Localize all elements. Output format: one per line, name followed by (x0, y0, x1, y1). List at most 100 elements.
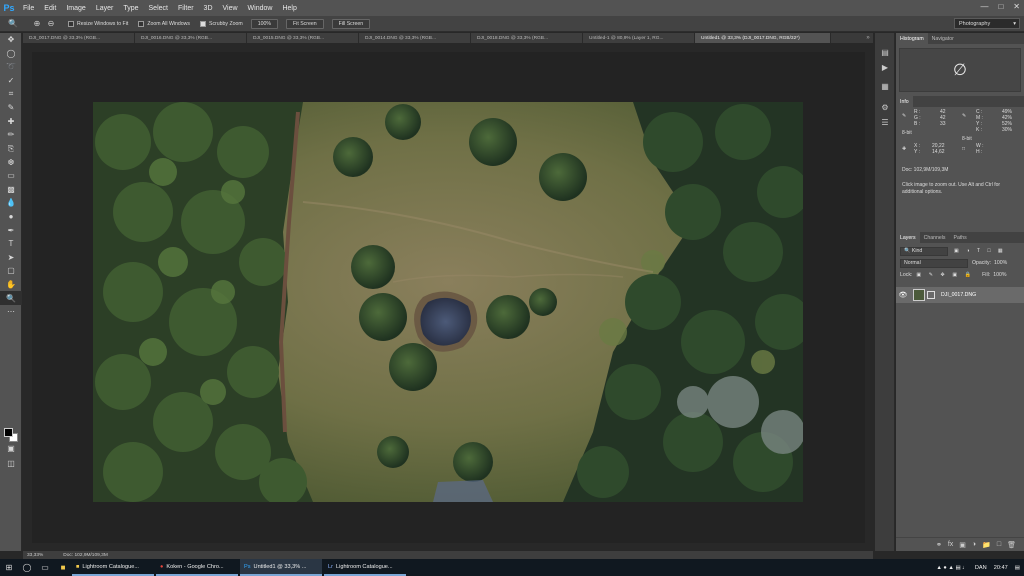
lock-icons[interactable]: ▣ ✎ ✥ ▣ 🔒 (916, 272, 974, 278)
zoom-tool-icon[interactable]: 🔍 (0, 291, 22, 305)
quick-mask-icon[interactable]: ▣ (0, 442, 22, 456)
lasso-tool-icon[interactable]: ➰ (0, 60, 22, 74)
blend-mode-select[interactable]: Normal (900, 258, 968, 268)
menu-file[interactable]: File (18, 5, 39, 12)
hand-tool-icon[interactable]: ✋ (0, 278, 22, 292)
tab-dji-0018[interactable]: DJI_0018.DNG @ 33,3% (RGB... (471, 33, 583, 43)
menu-filter[interactable]: Filter (173, 5, 199, 12)
eye-icon[interactable]: 👁 (896, 291, 910, 299)
healing-brush-tool-icon[interactable]: ✚ (0, 115, 22, 129)
fill-value[interactable]: 100% (993, 272, 1006, 278)
workspace-select[interactable]: Photography ▾ (954, 18, 1020, 29)
taskbar-app-lightroom-1[interactable]: ■ Lightroom Catalogue... (72, 559, 154, 576)
clone-stamp-tool-icon[interactable]: ⎘ (0, 142, 22, 156)
aerial-photo[interactable] (93, 102, 803, 502)
dodge-tool-icon[interactable]: ● (0, 210, 22, 224)
eraser-tool-icon[interactable]: ▭ (0, 169, 22, 183)
fit-screen-button[interactable]: Fit Screen (286, 18, 324, 29)
zoom-out-icon[interactable]: ⊖ (44, 18, 58, 30)
tray-icons[interactable]: ▲ ● ▲ ▤ ♩ (936, 565, 968, 571)
foreground-color-swatch[interactable] (4, 428, 13, 437)
opacity-value[interactable]: 100% (994, 260, 1007, 266)
marquee-tool-icon[interactable]: ◯ (0, 47, 22, 61)
close-icon[interactable]: ✕ (1013, 2, 1020, 11)
history-brush-tool-icon[interactable]: ❆ (0, 155, 22, 169)
fill-screen-button[interactable]: Fill Screen (331, 18, 371, 29)
tab-label: DJI_0017.DNG @ 33,3% (RGB... (29, 35, 100, 41)
path-select-tool-icon[interactable]: ➤ (0, 251, 22, 265)
fx-icon[interactable]: fx (948, 541, 953, 548)
adjustments-panel-icon[interactable]: ⚙ (875, 100, 895, 115)
menu-view[interactable]: View (218, 5, 243, 12)
doc-size[interactable]: Doc: 102,9M/109,3M (63, 553, 108, 558)
gradient-tool-icon[interactable]: ▩ (0, 183, 22, 197)
layer-row[interactable]: 👁 DJI_0017.DNG (896, 287, 1024, 303)
tab-untitled1[interactable]: Untitled1 @ 33,3% (DJI_0017.DNG, RGB/32*… (695, 33, 831, 43)
menu-help[interactable]: Help (277, 5, 301, 12)
menu-layer[interactable]: Layer (91, 5, 119, 12)
screen-mode-icon[interactable]: ◫ (0, 457, 22, 471)
tab-info[interactable]: Info (896, 96, 913, 107)
tab-dji-0015[interactable]: DJI_0015.DNG @ 33,3% (RGB... (247, 33, 359, 43)
adjustment-icon[interactable]: ◑ (972, 541, 976, 548)
tab-dji-0017[interactable]: DJI_0017.DNG @ 33,3% (RGB... (23, 33, 135, 43)
eyedropper-tool-icon[interactable]: ✎ (0, 101, 22, 115)
menu-type[interactable]: Type (118, 5, 143, 12)
more-tools-icon[interactable]: ⋯ (0, 305, 22, 319)
info-readout: ✎ R : 42 G : 42 B : 33 8-bit ✎ C : 49% M… (896, 107, 1024, 165)
folder-icon[interactable]: 📁 (982, 541, 991, 549)
taskbar-app-chrome[interactable]: ● Koken - Google Chro... (156, 559, 238, 576)
new-layer-icon[interactable]: □ (997, 541, 1001, 548)
maximize-icon[interactable]: □ (998, 2, 1003, 11)
tab-paths[interactable]: Paths (950, 232, 971, 243)
taskbar-app-lightroom-2[interactable]: Lr Lightroom Catalogue... (324, 559, 406, 576)
properties-panel-icon[interactable]: ▦ (875, 79, 895, 94)
resize-windows-checkbox[interactable]: Resize Windows to Fit (68, 20, 128, 27)
trash-icon[interactable]: 🗑 (1007, 541, 1016, 549)
tabs-overflow-icon[interactable]: » (863, 33, 873, 43)
shape-tool-icon[interactable]: ▢ (0, 264, 22, 278)
minimize-icon[interactable]: — (980, 2, 988, 11)
tab-dji-0014[interactable]: DJI_0014.DNG @ 33,3% (RGB... (359, 33, 471, 43)
mask-icon[interactable]: ▣ (959, 541, 966, 549)
filter-icons[interactable]: ▣ ◑ T □ ▦ (954, 248, 1006, 254)
blur-tool-icon[interactable]: 💧 (0, 196, 22, 210)
scrubby-zoom-checkbox[interactable]: Scrubby Zoom (200, 20, 243, 27)
actions-panel-icon[interactable]: ▶ (875, 60, 895, 75)
menu-image[interactable]: Image (61, 5, 90, 12)
zoom-level[interactable]: 33,33% (27, 553, 43, 558)
tab-dji-0016[interactable]: DJI_0016.DNG @ 33,3% (RGB... (135, 33, 247, 43)
link-icon[interactable]: ⚭ (936, 541, 942, 549)
pen-tool-icon[interactable]: ✒ (0, 223, 22, 237)
sliders-panel-icon[interactable]: ☰ (875, 115, 895, 130)
task-view-icon[interactable]: ▭ (36, 559, 54, 576)
quick-select-tool-icon[interactable]: ✓ (0, 74, 22, 88)
notifications-icon[interactable]: ▤ (1015, 565, 1020, 571)
crop-tool-icon[interactable]: ⌗ (0, 87, 22, 101)
checkbox-box (138, 20, 145, 27)
zoom-all-windows-checkbox[interactable]: Zoom All Windows (138, 20, 190, 27)
taskbar-app-photoshop[interactable]: Ps Untitled1 @ 33,3% ... (240, 559, 322, 576)
tab-histogram[interactable]: Histogram (896, 33, 928, 44)
type-tool-icon[interactable]: T (0, 237, 22, 251)
history-panel-icon[interactable]: ▤ (875, 45, 895, 60)
zoom-100-button[interactable]: 100% (250, 18, 279, 29)
tab-layers[interactable]: Layers (896, 232, 920, 243)
language-indicator[interactable]: DAN (975, 565, 987, 571)
brush-tool-icon[interactable]: ✏ (0, 128, 22, 142)
search-icon[interactable]: ◯ (18, 559, 36, 576)
move-tool-icon[interactable]: ✥ (0, 33, 22, 47)
menu-3d[interactable]: 3D (199, 5, 218, 12)
tab-navigator[interactable]: Navigator (928, 33, 958, 44)
zoom-tool-icon[interactable]: 🔍 (6, 18, 20, 30)
tab-channels[interactable]: Channels (920, 232, 950, 243)
menu-window[interactable]: Window (243, 5, 278, 12)
zoom-in-icon[interactable]: ⊕ (30, 18, 44, 30)
tab-untitled-1[interactable]: Untitled-1 @ 80,9% (Layer 1, RG... (583, 33, 695, 43)
windows-start-icon[interactable]: ⊞ (0, 559, 18, 576)
file-explorer-icon[interactable]: ■ (54, 559, 72, 576)
menu-select[interactable]: Select (144, 5, 173, 12)
clock[interactable]: 20:47 (994, 565, 1008, 571)
kind-filter-select[interactable]: 🔍 Kind (900, 246, 948, 256)
menu-edit[interactable]: Edit (39, 5, 61, 12)
